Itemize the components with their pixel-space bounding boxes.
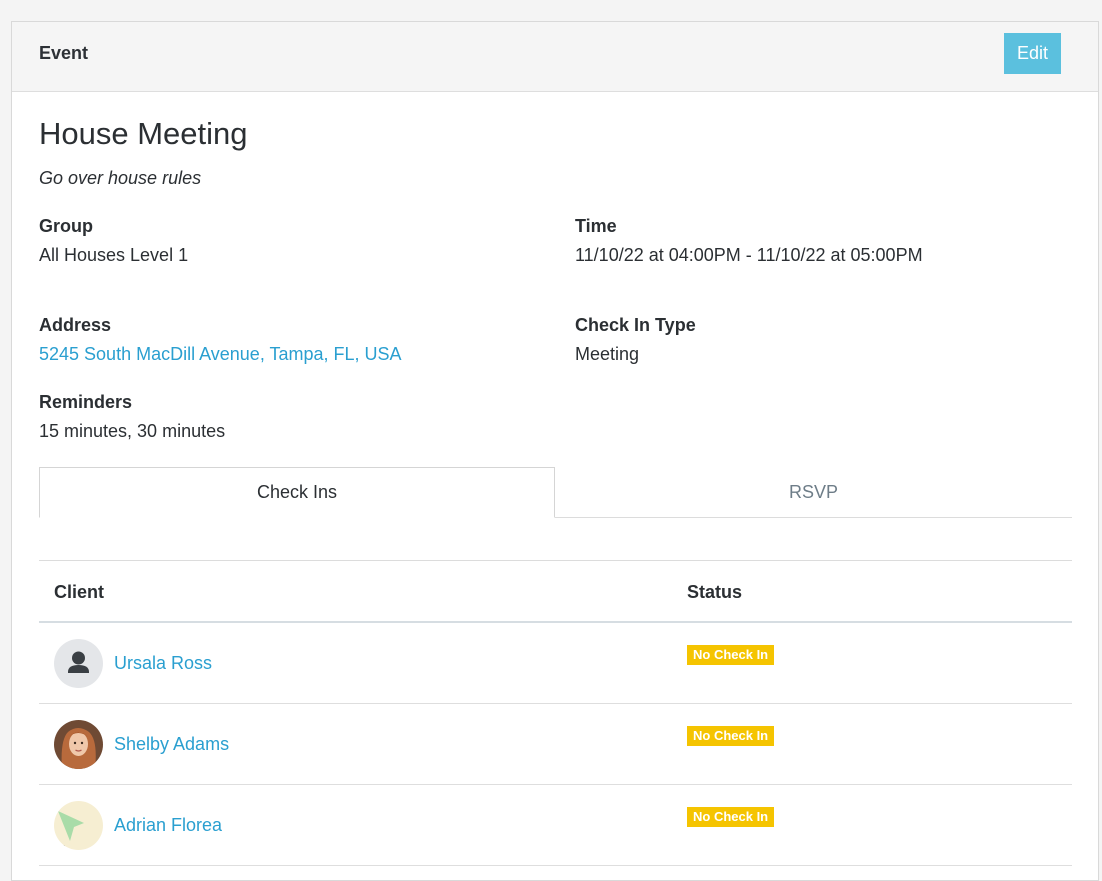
checkin-type-field: Check In Type Meeting xyxy=(575,315,696,365)
tab-rsvp[interactable]: RSVP xyxy=(555,467,1072,518)
address-field: Address 5245 South MacDill Avenue, Tampa… xyxy=(39,315,402,365)
status-badge: No Check In xyxy=(687,645,775,665)
address-link[interactable]: 5245 South MacDill Avenue, Tampa, FL, US… xyxy=(39,344,402,364)
tab-check-ins[interactable]: Check Ins xyxy=(39,467,555,518)
checkin-type-value: Meeting xyxy=(575,344,640,364)
edit-button[interactable]: Edit xyxy=(1004,33,1061,74)
avatar xyxy=(54,639,103,688)
checkin-type-label: Check In Type xyxy=(575,315,696,335)
avatar-photo xyxy=(54,720,103,769)
event-description: Go over house rules xyxy=(39,168,202,188)
event-panel: Event Edit House Meeting Go over house r… xyxy=(11,21,1099,881)
reminders-label: Reminders xyxy=(39,392,133,412)
checkins-table: Client Status Ursala Ross No Check In Sh… xyxy=(39,560,1072,866)
default-person-icon xyxy=(68,651,89,673)
table-row: Ursala Ross No Check In xyxy=(39,623,1072,704)
client-link[interactable]: Shelby Adams xyxy=(114,734,229,755)
client-link[interactable]: Adrian Florea xyxy=(114,815,222,836)
time-value: 11/10/22 at 04:00PM - 11/10/22 at 05:00P… xyxy=(575,245,923,265)
avatar-photo xyxy=(54,801,103,850)
address-label: Address xyxy=(39,315,112,335)
panel-header: Event Edit xyxy=(12,22,1098,92)
event-title: House Meeting xyxy=(39,116,248,151)
status-badge: No Check In xyxy=(687,726,775,746)
panel-title: Event xyxy=(39,43,89,63)
group-field: Group All Houses Level 1 xyxy=(39,216,188,266)
table-row: Shelby Adams No Check In xyxy=(39,704,1072,785)
time-label: Time xyxy=(575,216,617,236)
table-row: Adrian Florea No Check In xyxy=(39,785,1072,866)
group-value: All Houses Level 1 xyxy=(39,245,189,265)
time-field: Time 11/10/22 at 04:00PM - 11/10/22 at 0… xyxy=(575,216,923,266)
avatar xyxy=(54,720,103,769)
reminders-value: 15 minutes, 30 minutes xyxy=(39,421,226,441)
column-client: Client xyxy=(54,582,105,602)
table-header: Client Status xyxy=(39,561,1072,623)
client-link[interactable]: Ursala Ross xyxy=(114,653,212,674)
event-tabs: Check Ins RSVP xyxy=(39,467,1072,518)
avatar xyxy=(54,801,103,850)
status-badge: No Check In xyxy=(687,807,775,827)
reminders-field: Reminders 15 minutes, 30 minutes xyxy=(39,392,225,442)
column-status: Status xyxy=(687,582,743,602)
group-label: Group xyxy=(39,216,93,236)
